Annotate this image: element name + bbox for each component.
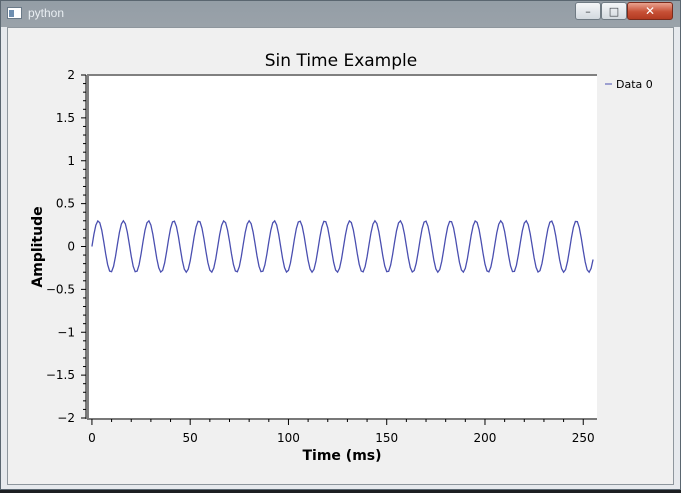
window-title: python [28,6,65,20]
x-tick-label: 100 [277,431,300,445]
y-tick-label: 1.5 [56,111,75,125]
y-tick-label: −1.5 [46,368,75,382]
minimize-icon: – [585,4,591,18]
x-tick-label: 0 [88,431,96,445]
y-tick-label: −0.5 [46,282,75,296]
y-tick-label: −1 [57,325,75,339]
maximize-icon: □ [608,4,620,18]
legend[interactable]: Data 0 [605,78,653,91]
plot-widget: Sin Time Example 2 1.5 1 0.5 0 −0.5 −1 −1.5 −2 0… [7,27,674,485]
legend-label-data-0: Data 0 [616,78,653,91]
y-tick-label: 0.5 [56,197,75,211]
maximize-button[interactable]: □ [601,2,627,20]
x-tick-label: 50 [183,431,198,445]
minimize-button[interactable]: – [575,2,601,20]
title-bar[interactable]: python – □ ✕ [1,1,680,27]
x-axis-label: Time (ms) [302,448,381,464]
plot-area[interactable] [88,75,597,418]
app-window-icon [7,7,22,19]
y-tick-label: 0 [67,240,75,254]
app-window: python – □ ✕ Sin Time Example 2 1.5 1 0.5 0−… [0,0,681,490]
x-tick-label: 150 [375,431,398,445]
x-axis-ticks: 0 50 100 150 200 250 [88,419,595,445]
chart-canvas: Sin Time Example 2 1.5 1 0.5 0 −0.5 −1 −1.5 −2 0… [30,51,653,464]
y-axis-label: Amplitude [30,206,46,287]
y-tick-label: −2 [57,411,75,425]
y-tick-label: 1 [67,154,75,168]
close-button[interactable]: ✕ [627,2,673,20]
x-tick-label: 250 [572,431,595,445]
y-axis-ticks: 2 1.5 1 0.5 0 −0.5 −1 −1.5 −2 [46,68,86,425]
close-icon: ✕ [644,4,656,18]
x-tick-label: 200 [474,431,497,445]
chart-title: Sin Time Example [265,51,417,71]
y-tick-label: 2 [67,68,75,82]
